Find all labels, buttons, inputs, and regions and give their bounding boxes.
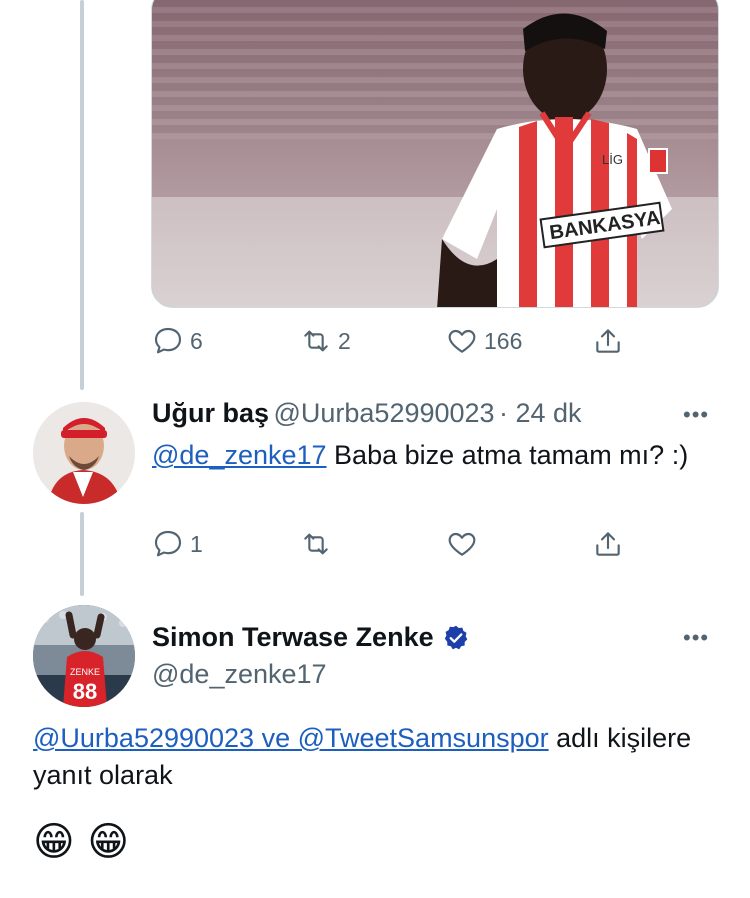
mention-link[interactable]: @de_zenke17 <box>152 440 327 470</box>
avatar[interactable]: ZENKE 88 <box>33 605 135 707</box>
retweet-button[interactable]: 2 <box>300 325 351 357</box>
like-button[interactable]: 166 <box>446 325 522 357</box>
share-icon <box>596 329 620 353</box>
reply1-body: Baba bize atma tamam mı? :) <box>326 440 689 470</box>
player-photo: BANKASYA LİG <box>437 13 672 307</box>
more-options-icon[interactable]: ••• <box>683 402 709 428</box>
reply-button[interactable]: 1 <box>152 528 203 560</box>
retweet-count: 2 <box>338 327 351 354</box>
share-icon <box>596 532 620 556</box>
reply-icon <box>154 530 182 557</box>
avatar-photo <box>33 402 135 504</box>
avatar[interactable] <box>33 402 135 504</box>
avatar-photo: ZENKE 88 <box>33 605 135 707</box>
timestamp[interactable]: · 24 dk <box>499 398 582 428</box>
verified-badge-icon <box>444 625 467 649</box>
author-handle[interactable]: @Uurba52990023 <box>273 398 494 428</box>
like-count: 166 <box>484 327 523 354</box>
shirt-league-text: LİG <box>602 152 623 167</box>
author-name[interactable]: Uğur baş <box>152 398 269 428</box>
heart-icon <box>448 329 476 353</box>
reply1-text: @de_zenke17 Baba bize atma tamam mı? :) <box>152 437 732 474</box>
like-button[interactable] <box>446 528 478 560</box>
reply-to-context: @Uurba52990023 ve @TweetSamsunspor adlı … <box>33 720 723 794</box>
retweet-icon <box>304 533 328 555</box>
tweet-emojis: 😁 😁 <box>33 819 130 865</box>
reply-icon <box>154 327 182 354</box>
heart-icon <box>448 532 476 556</box>
retweet-button[interactable] <box>300 528 332 560</box>
reply-count: 1 <box>190 530 203 557</box>
author-handle[interactable]: @de_zenke17 <box>152 659 327 690</box>
thread-line-top <box>80 0 84 390</box>
retweet-icon <box>304 330 328 352</box>
reply-to-links[interactable]: @Uurba52990023 ve @TweetSamsunspor <box>33 723 549 753</box>
author-name[interactable]: Simon Terwase Zenke <box>152 622 434 653</box>
more-options-icon[interactable]: ••• <box>683 625 709 651</box>
thread-line-middle <box>80 512 84 596</box>
reply-count: 6 <box>190 327 203 354</box>
jersey-name: ZENKE <box>70 667 100 677</box>
tweet-media-image[interactable]: BANKASYA LİG <box>151 0 719 308</box>
jersey-number: 88 <box>73 679 97 704</box>
share-button[interactable] <box>592 325 624 357</box>
reply1-header: Uğur baş @Uurba52990023 · 24 dk <box>152 398 582 429</box>
share-button[interactable] <box>592 528 624 560</box>
reply-button[interactable]: 6 <box>152 325 203 357</box>
reply2-name-row: Simon Terwase Zenke <box>152 622 470 653</box>
